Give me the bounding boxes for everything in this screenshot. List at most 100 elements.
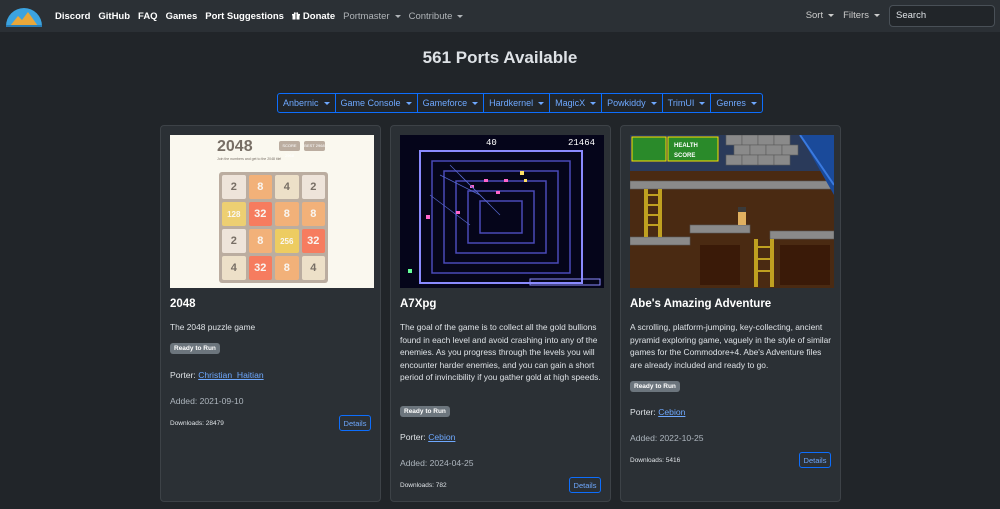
nav-donate[interactable]: Donate (291, 10, 336, 22)
game-tile: 32 (301, 229, 325, 253)
status-badge: Ready to Run (630, 381, 680, 392)
nav-faq[interactable]: FAQ (138, 11, 158, 22)
download-count: Downloads: 782 (400, 482, 447, 489)
filter-hardkernel[interactable]: Hardkernel (484, 94, 551, 112)
filter-label: Genres (716, 98, 746, 108)
nav-contribute-label: Contribute (408, 10, 453, 22)
filter-trimui[interactable]: TrimUI (663, 94, 712, 112)
porter-link[interactable]: Christian_Haitian (198, 370, 263, 380)
port-description: The 2048 puzzle game (170, 322, 256, 332)
chevron-down-icon (323, 101, 330, 105)
porter-label: Porter: (630, 407, 659, 417)
filter-label: Powkiddy (607, 98, 646, 108)
filters-dropdown[interactable]: Filters (843, 10, 880, 21)
added-date: Added: 2024-04-25 (400, 458, 474, 468)
game-tile: 2 (222, 229, 246, 253)
porter-line: Porter: Christian_Haitian (170, 370, 264, 380)
screenshot-score: 2968 (285, 153, 294, 158)
game-tile: 32 (248, 256, 272, 280)
game-tile: 128 (222, 202, 246, 226)
download-count: Downloads: 28479 (170, 420, 224, 427)
details-button[interactable]: Details (339, 415, 371, 431)
game-tile: 8 (301, 202, 325, 226)
chevron-down-icon (650, 101, 657, 105)
game-tile: 256 (275, 229, 299, 253)
nav-github[interactable]: GitHub (98, 11, 130, 22)
screenshot-title: 2048 (217, 138, 253, 155)
chevron-down-icon (472, 101, 479, 105)
chevron-down-icon (699, 101, 706, 105)
download-count: Downloads: 5416 (630, 457, 681, 464)
filter-magicx[interactable]: MagicX (550, 94, 603, 112)
screenshot-health-label: HEALTH (674, 143, 698, 149)
port-screenshot[interactable]: 40 21464 (400, 135, 604, 288)
screenshot-score-label: SCORE (674, 153, 695, 159)
port-screenshot[interactable]: HEALTH SCORE (630, 135, 834, 288)
game-tile: 4 (222, 256, 246, 280)
filter-anbernic[interactable]: Anbernic (278, 94, 336, 112)
screenshot-best-label: BEST (304, 143, 315, 148)
nav-portmaster-label: Portmaster (343, 10, 390, 22)
portmaster-logo-icon[interactable] (4, 4, 44, 28)
game-tile: 32 (248, 202, 272, 226)
filter-game-console[interactable]: Game Console (336, 94, 418, 112)
filter-genres[interactable]: Genres (711, 94, 762, 112)
game-2048-screenshot: 2048 SCORE 2968 BEST 2968 Join the numbe… (170, 135, 374, 288)
nav-port-suggestions[interactable]: Port Suggestions (205, 11, 284, 22)
port-card-abes-amazing-adventure: HEALTH SCORE Abe's Amazing Adventure A s… (620, 125, 841, 502)
sort-label: Sort (805, 10, 824, 21)
sort-dropdown[interactable]: Sort (805, 10, 835, 21)
port-card-a7xpg: 40 21464 A7Xpg The goal of the game is t… (390, 125, 611, 502)
screenshot-subtitle: Join the numbers and get to the 2048 til… (217, 157, 282, 161)
added-date: Added: 2022-10-25 (630, 433, 704, 443)
chevron-down-icon (457, 14, 464, 18)
filter-gameforce[interactable]: Gameforce (418, 94, 485, 112)
screenshot-score-right: 21464 (568, 138, 595, 148)
porter-link[interactable]: Cebion (658, 407, 685, 417)
gift-icon (291, 12, 300, 20)
screenshot-score-left: 40 (486, 138, 497, 148)
chevron-down-icon (750, 101, 757, 105)
porter-link[interactable]: Cebion (428, 432, 455, 442)
port-description: The goal of the game is to collect all t… (400, 322, 601, 383)
status-badge: Ready to Run (400, 406, 450, 417)
game-tile: 4 (275, 175, 299, 199)
port-title[interactable]: Abe's Amazing Adventure (630, 298, 771, 310)
added-date: Added: 2021-09-10 (170, 396, 244, 406)
screenshot-score-box: SCORE 2968 (279, 141, 300, 158)
game-tile: 4 (301, 256, 325, 280)
nav-contribute-dropdown[interactable]: Contribute (409, 11, 464, 22)
navbar: Discord GitHub FAQ Games Port Suggestion… (0, 0, 1000, 32)
filter-label: MagicX (555, 98, 586, 108)
port-title[interactable]: A7Xpg (400, 298, 436, 310)
game-tile: 8 (275, 256, 299, 280)
filter-label: Anbernic (283, 98, 319, 108)
details-button[interactable]: Details (569, 477, 601, 493)
game-tile: 2 (301, 175, 325, 199)
port-title[interactable]: 2048 (170, 298, 196, 310)
filter-powkiddy[interactable]: Powkiddy (602, 94, 663, 112)
device-filter-group: Anbernic Game Console Gameforce Hardkern… (277, 93, 763, 113)
nav-discord[interactable]: Discord (55, 11, 90, 22)
screenshot-best-box: BEST 2968 (304, 141, 325, 151)
nav-games[interactable]: Games (166, 11, 198, 22)
screenshot-score-label: SCORE (282, 143, 297, 148)
game-tile: 8 (248, 175, 272, 199)
game-tile: 2 (222, 175, 246, 199)
game-abe-screenshot: HEALTH SCORE (630, 135, 834, 288)
filters-label: Filters (843, 10, 869, 21)
screenshot-best: 2968 (315, 143, 325, 148)
nav-portmaster-dropdown[interactable]: Portmaster (343, 10, 401, 22)
game-tile: 8 (275, 202, 299, 226)
port-screenshot[interactable]: 2048 SCORE 2968 BEST 2968 Join the numbe… (170, 135, 374, 288)
chevron-down-icon (405, 101, 412, 105)
porter-line: Porter: Cebion (630, 407, 685, 417)
nav-donate-label: Donate (302, 10, 336, 22)
chevron-down-icon (874, 14, 880, 17)
search-input[interactable] (889, 4, 995, 27)
chevron-down-icon (828, 14, 835, 17)
abe-art: HEALTH SCORE (630, 135, 834, 288)
details-button[interactable]: Details (799, 452, 831, 468)
chevron-down-icon (590, 101, 597, 105)
porter-line: Porter: Cebion (400, 432, 455, 442)
